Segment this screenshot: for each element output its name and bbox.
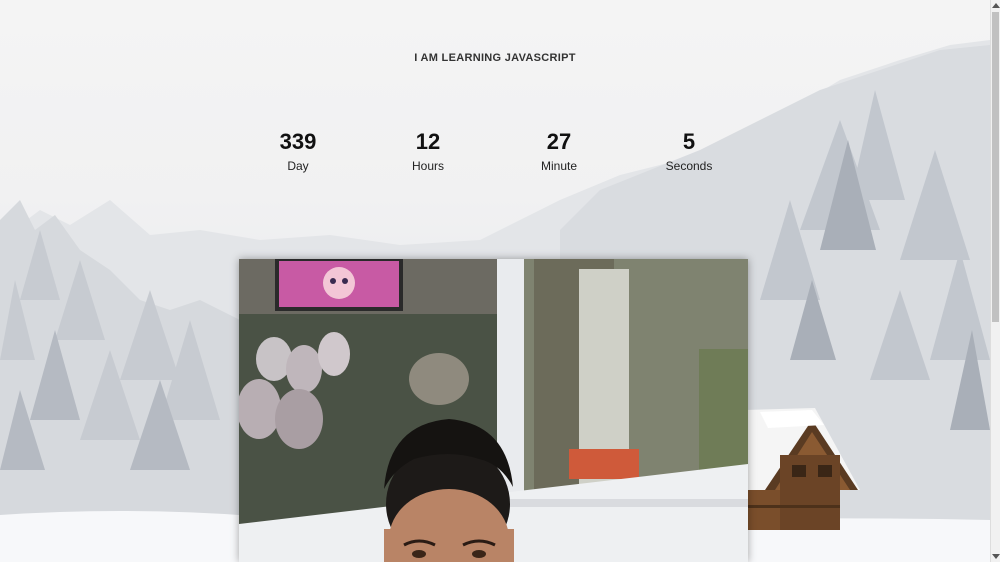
seconds-label: Seconds: [665, 159, 713, 173]
page-scrollbar[interactable]: [990, 0, 1000, 562]
chevron-down-icon[interactable]: [992, 554, 1000, 559]
days-label: Day: [287, 159, 309, 173]
countdown-seconds: 5 Seconds: [634, 128, 744, 173]
countdown-hours: 12 Hours: [373, 128, 483, 173]
hours-label: Hours: [411, 159, 444, 173]
days-value: 339: [279, 129, 317, 154]
minutes-value: 27: [546, 129, 572, 154]
hours-value: 12: [415, 129, 441, 154]
chevron-up-icon[interactable]: [992, 3, 1000, 8]
seconds-value: 5: [682, 129, 696, 154]
countdown-minutes: 27 Minute: [504, 128, 614, 173]
profile-photo: [239, 259, 748, 562]
countdown-days: 339 Day: [243, 128, 353, 173]
scrollbar-thumb[interactable]: [992, 12, 999, 322]
page-title: I AM LEARNING JAVASCRIPT: [414, 52, 576, 64]
minutes-label: Minute: [540, 159, 578, 173]
